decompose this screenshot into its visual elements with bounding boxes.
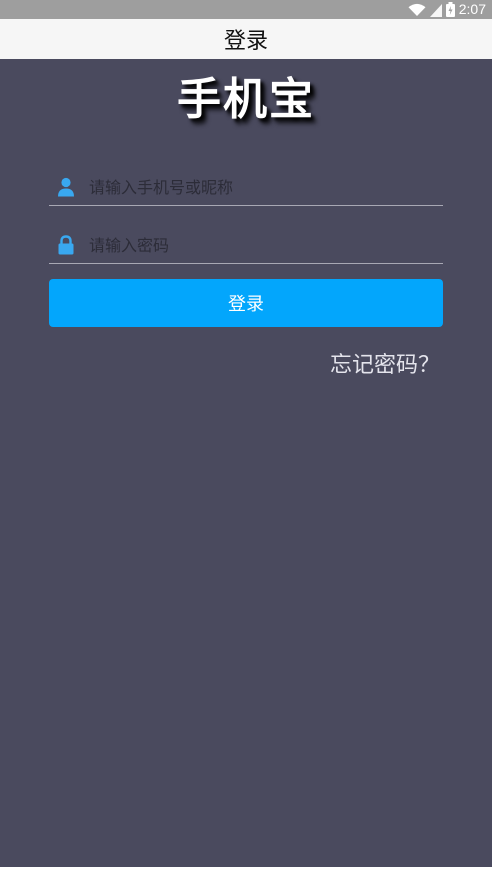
forgot-password-link[interactable]: 忘记密码？: [330, 347, 440, 379]
page-title: 登录: [223, 29, 268, 54]
status-time: 2:07: [458, 1, 486, 17]
app-bar: 登录: [0, 19, 492, 59]
password-field: [49, 227, 443, 264]
status-bar: 2:07: [0, 0, 492, 19]
user-icon: [58, 177, 74, 197]
login-button[interactable]: 登录: [49, 279, 443, 327]
bottom-strip: [0, 867, 492, 875]
lock-icon: [58, 235, 74, 255]
password-input[interactable]: [89, 227, 439, 263]
status-icons: 2:07: [408, 0, 486, 19]
wifi-icon: [408, 3, 426, 16]
username-field: [49, 169, 443, 206]
signal-icon: [429, 3, 442, 17]
battery-icon: [445, 2, 455, 17]
login-panel: 手机宝 登录 忘记密码？: [0, 59, 492, 867]
app-logo: 手机宝: [177, 74, 315, 125]
username-input[interactable]: [89, 169, 439, 205]
